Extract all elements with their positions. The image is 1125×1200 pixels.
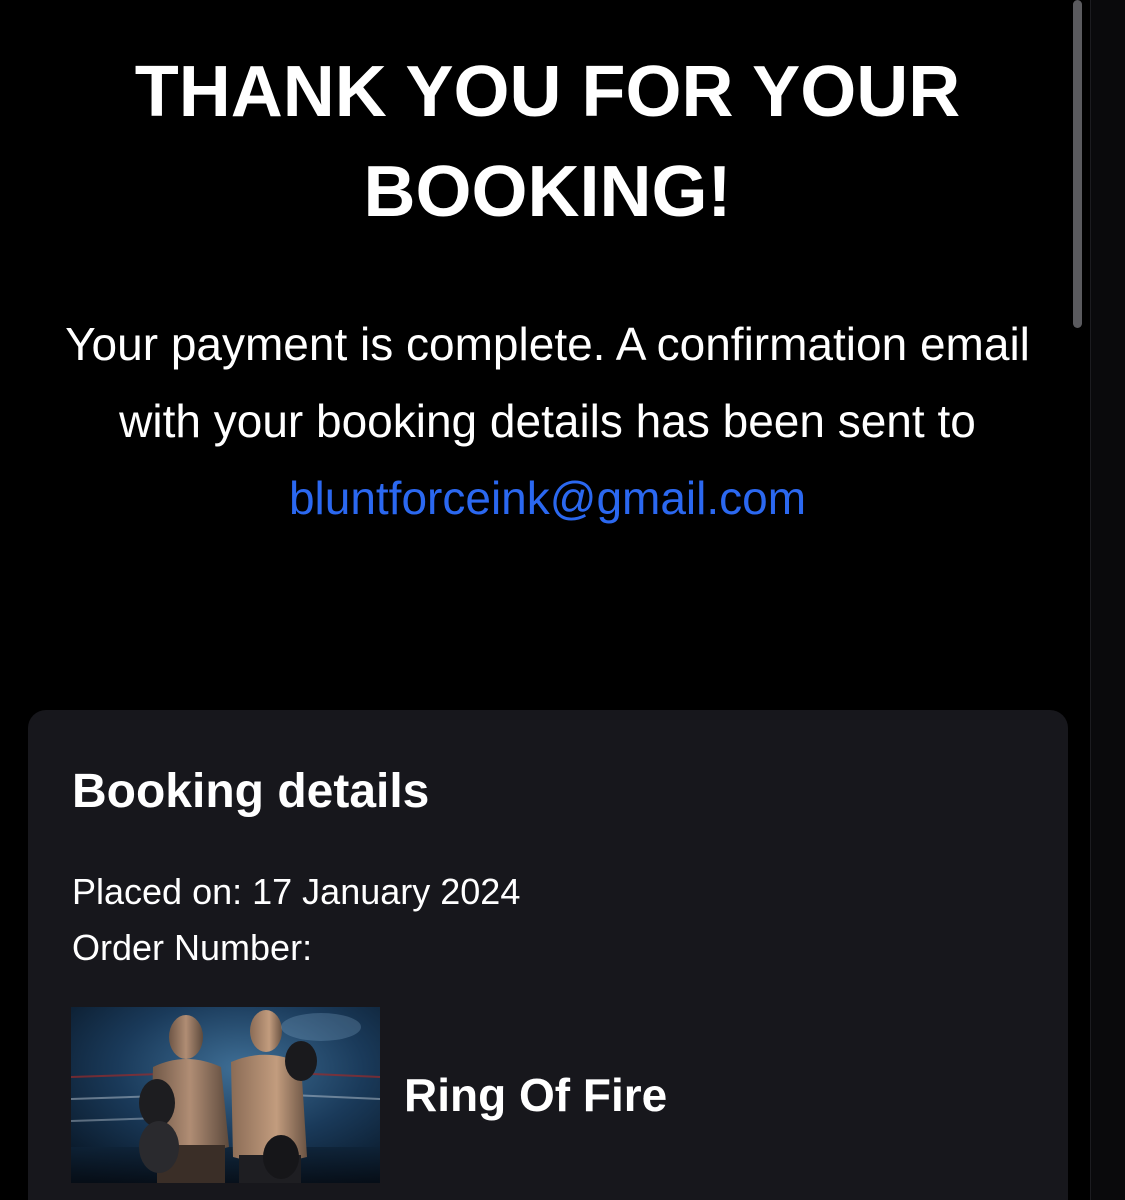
- order-number-row: Order Number:: [72, 926, 312, 970]
- page-title-line-1: THANK YOU FOR YOUR: [134, 52, 961, 132]
- boxers-promo-image: [71, 1007, 380, 1183]
- confirmation-message: Your payment is complete. A confirmation…: [60, 306, 1035, 537]
- scrollbar-thumb[interactable]: [1073, 0, 1082, 328]
- booking-details-card: Booking details Placed on: 17 January 20…: [28, 710, 1068, 1200]
- page-title: THANK YOU FOR YOUR BOOKING!: [40, 42, 1055, 242]
- event-image: [71, 1007, 380, 1183]
- email-link[interactable]: bluntforceink@gmail.com: [289, 472, 806, 524]
- confirmation-message-text: Your payment is complete. A confirmation…: [65, 318, 1030, 447]
- placed-on-row: Placed on: 17 January 2024: [72, 870, 520, 914]
- placed-on-label: Placed on:: [72, 871, 243, 912]
- event-name: Ring Of Fire: [404, 1069, 668, 1121]
- order-number-label: Order Number:: [72, 927, 313, 968]
- confirmation-page: THANK YOU FOR YOUR BOOKING! Your payment …: [0, 0, 1090, 1200]
- side-panel-edge: [1090, 0, 1125, 1200]
- placed-on-date: 17 January 2024: [252, 871, 521, 912]
- page-title-line-2: BOOKING!: [363, 152, 732, 232]
- booking-details-title: Booking details: [72, 765, 430, 818]
